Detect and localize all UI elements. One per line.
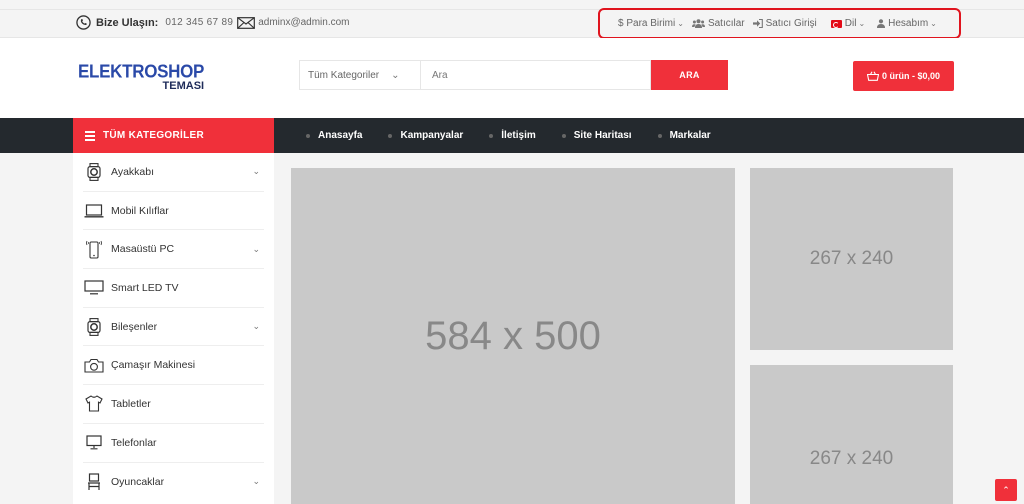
search-button[interactable]: ARA [651,60,728,90]
sellers-link[interactable]: Satıcılar [691,18,745,29]
contact-phone[interactable]: 012 345 67 89 [165,17,233,28]
main-banner[interactable]: 584 x 500 [291,168,735,504]
language-dropdown[interactable]: Dil ⌄ [830,18,866,29]
logo-sub-text: TEMASI [162,80,205,92]
side-banner-top[interactable]: 267 x 240 [750,168,953,350]
sidebar-item-label: Ayakkabı [111,165,154,178]
sidebar-item-masaustu-pc[interactable]: Masaüstü PC ⌄ [83,230,264,270]
sidebar-item-label: Telefonlar [111,436,157,449]
cart-button[interactable]: 0 ürün - $0,00 [853,61,954,91]
account-dropdown[interactable]: Hesabım ⌄ [877,18,937,29]
nav-item-label: Kampanyalar [400,130,464,141]
bullet-icon [657,133,662,138]
menu-icon [85,129,95,143]
mobile-icon [83,239,105,259]
nav-item-label: Site Haritası [573,130,632,141]
chevron-down-icon: ⌄ [677,19,684,28]
currency-dropdown[interactable]: $ Para Birimi ⌄ [618,18,684,29]
side-banner-bottom[interactable]: 267 x 240 [750,365,953,504]
main-navbar: TÜM KATEGORİLER Anasayfa Kampanyalar İle… [0,118,1024,153]
contact-info: Bize Ulaşın: 012 345 67 89 adminx@admin.… [76,15,350,30]
currency-label: $ Para Birimi [618,18,676,29]
monitor-icon [83,278,105,298]
main-menu: Anasayfa Kampanyalar İletişim Site Harit… [306,118,737,153]
bullet-icon [561,133,566,138]
chevron-down-icon[interactable]: ⌄ [252,244,260,255]
nav-item-label: Markalar [669,130,711,141]
nav-item-sitemap[interactable]: Site Haritası [561,130,632,141]
scroll-to-top-button[interactable]: ⌃ [995,479,1017,501]
basket-icon [866,71,879,81]
logo-main-text: ELEKTROSHOP [78,61,205,82]
search-input[interactable] [420,60,651,90]
search-bar: Tüm Kategoriler ⌄ ARA [299,60,728,92]
sellers-label: Satıcılar [707,18,745,29]
sidebar-item-tabletler[interactable]: Tabletler [83,385,264,424]
nav-item-label: İletişim [501,130,536,141]
users-icon [691,19,705,28]
mail-icon [237,16,256,29]
all-categories-button[interactable]: TÜM KATEGORİLER [73,118,274,153]
sidebar-item-label: Çamaşır Makinesi [111,359,196,372]
main-banner-placeholder: 584 x 500 [425,313,601,358]
chevron-down-icon[interactable]: ⌄ [252,166,260,177]
chevron-down-icon[interactable]: ⌄ [252,321,260,332]
watch-icon [83,317,105,337]
bullet-icon [306,133,310,138]
sign-in-icon [752,19,763,28]
sidebar-item-label: Bileşenler [111,320,158,333]
all-categories-label: TÜM KATEGORİLER [103,130,204,141]
sidebar-item-label: Mobil Kılıflar [111,204,169,217]
sidebar-item-label: Oyuncaklar [111,475,165,488]
chevron-down-icon: ⌄ [858,19,866,28]
sidebar-item-label: Tabletler [111,397,151,410]
site-logo[interactable]: ELEKTROSHOP TEMASI [78,61,205,92]
phone-icon [76,15,91,30]
nav-item-brands[interactable]: Markalar [657,130,711,141]
watch-icon [83,162,105,182]
seller-login-link[interactable]: Satıcı Girişi [752,18,817,29]
nav-item-contact[interactable]: İletişim [489,130,536,141]
chevron-down-icon[interactable]: ⌄ [252,476,260,487]
contact-email[interactable]: adminx@admin.com [258,17,349,28]
sidebar-item-oyuncaklar[interactable]: Oyuncaklar ⌄ [83,463,264,502]
sidebar-item-ayakkabi[interactable]: Ayakkabı ⌄ [83,153,264,192]
tshirt-icon [83,394,105,414]
chevron-up-icon: ⌃ [1002,484,1010,495]
nav-item-label: Anasayfa [318,130,363,141]
side-banner-bottom-placeholder: 267 x 240 [809,447,894,469]
side-banner-top-placeholder: 267 x 240 [809,248,894,269]
laptop-icon [83,201,105,221]
category-select[interactable]: Tüm Kategoriler ⌄ [299,60,420,90]
sidebar-item-label: Masaüstü PC [111,243,175,256]
language-label: Dil [844,18,857,29]
account-label: Hesabım [888,18,929,29]
sidebar-item-camasir-makinesi[interactable]: Çamaşır Makinesi [83,346,264,386]
turkey-flag-icon [830,19,842,28]
sidebar-item-bilesenler[interactable]: Bileşenler ⌄ [83,308,264,347]
category-select-value: Tüm Kategoriler [308,69,380,81]
bullet-icon [388,133,393,138]
sidebar-item-label: Smart LED TV [111,281,179,294]
contact-label: Bize Ulaşın: [96,16,159,29]
nav-item-home[interactable]: Anasayfa [306,130,362,141]
chair-icon [83,472,105,492]
seller-login-label: Satıcı Girişi [765,18,817,29]
cart-summary: 0 ürün - $0,00 [881,71,941,81]
chevron-down-icon: ⌄ [930,19,937,28]
top-bar: Bize Ulaşın: 012 345 67 89 adminx@admin.… [0,8,1024,39]
nav-item-campaigns[interactable]: Kampanyalar [388,130,463,141]
bullet-icon [489,133,494,138]
desktop-icon [83,433,105,453]
header: ELEKTROSHOP TEMASI Tüm Kategoriler ⌄ ARA… [0,38,1024,118]
user-icon [877,19,886,28]
sidebar-item-mobil-kiliflar[interactable]: Mobil Kılıflar [83,192,264,231]
sidebar-item-smart-led-tv[interactable]: Smart LED TV [83,269,264,308]
sidebar-item-telefonlar[interactable]: Telefonlar [83,424,264,463]
camera-icon [83,355,105,375]
category-sidebar: Ayakkabı ⌄ Mobil Kılıflar Masaüstü PC ⌄ … [73,153,274,504]
user-links: $ Para Birimi ⌄ Satıcılar Satıcı Girişi … [598,8,961,39]
chevron-down-icon: ⌄ [391,69,400,81]
